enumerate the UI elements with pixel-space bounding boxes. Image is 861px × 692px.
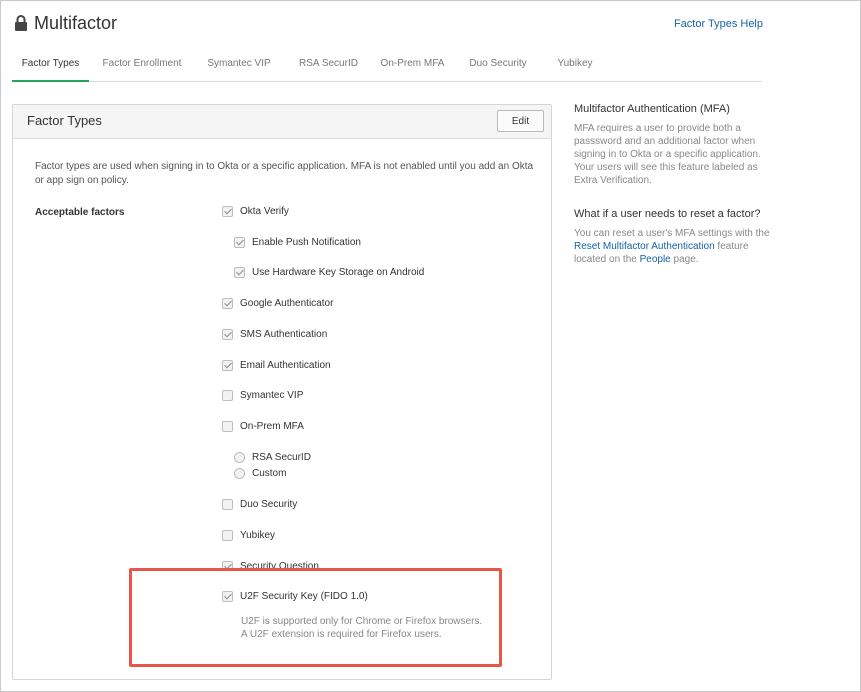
custom-radio[interactable] bbox=[234, 468, 245, 479]
factor-label: Enable Push Notification bbox=[252, 237, 361, 248]
intro-text: Factor types are used when signing in to… bbox=[35, 161, 534, 186]
tab-rsa-securid[interactable]: RSA SecurID bbox=[291, 52, 366, 82]
edit-button[interactable]: Edit bbox=[497, 110, 544, 132]
hardware-key-storage-checkbox[interactable] bbox=[234, 267, 245, 278]
factor-types-help-link[interactable]: Factor Types Help bbox=[674, 18, 763, 30]
factor-email-authentication[interactable]: Email Authentication bbox=[222, 360, 331, 371]
factor-u2f-security-key[interactable]: U2F Security Key (FIDO 1.0) bbox=[222, 591, 368, 602]
factor-label: Duo Security bbox=[240, 499, 298, 510]
tab-symantec-vip[interactable]: Symantec VIP bbox=[200, 52, 278, 82]
mfa-description: MFA requires a user to provide both a pa… bbox=[574, 123, 761, 186]
u2f-note-browsers: U2F is supported only for Chrome or Fire… bbox=[241, 616, 483, 627]
factor-label: Yubikey bbox=[240, 530, 276, 541]
option-custom[interactable]: Custom bbox=[234, 468, 286, 479]
factor-label: Use Hardware Key Storage on Android bbox=[252, 267, 425, 278]
reset-info-section: What if a user needs to reset a factor? … bbox=[574, 208, 774, 266]
okta-verify-checkbox[interactable] bbox=[222, 206, 233, 217]
factor-label: U2F Security Key (FIDO 1.0) bbox=[240, 591, 368, 602]
u2f-note-extension: A U2F extension is required for Firefox … bbox=[241, 629, 442, 640]
page-header: Multifactor bbox=[14, 10, 117, 36]
factor-label: Okta Verify bbox=[240, 206, 289, 217]
acceptable-factors-label: Acceptable factors bbox=[35, 207, 125, 218]
email-authentication-checkbox[interactable] bbox=[222, 360, 233, 371]
factor-google-authenticator[interactable]: Google Authenticator bbox=[222, 298, 333, 309]
enable-push-checkbox[interactable] bbox=[234, 237, 245, 248]
factor-label: Google Authenticator bbox=[240, 298, 334, 309]
factor-sms-authentication[interactable]: SMS Authentication bbox=[222, 329, 327, 340]
reset-mfa-link[interactable]: Reset Multifactor Authentication bbox=[574, 241, 715, 252]
u2f-security-key-checkbox[interactable] bbox=[222, 591, 233, 602]
tab-factor-types[interactable]: Factor Types bbox=[12, 52, 89, 82]
factor-duo-security[interactable]: Duo Security bbox=[222, 499, 297, 510]
option-label: Custom bbox=[252, 468, 287, 479]
reset-heading: What if a user needs to reset a factor? bbox=[574, 208, 761, 220]
factor-okta-verify[interactable]: Okta Verify bbox=[222, 206, 289, 217]
page-title: Multifactor bbox=[34, 12, 118, 33]
tab-bar: Factor Types Factor Enrollment Symantec … bbox=[12, 52, 762, 82]
sms-authentication-checkbox[interactable] bbox=[222, 329, 233, 340]
tab-duo-security[interactable]: Duo Security bbox=[459, 52, 537, 82]
rsa-securid-radio[interactable] bbox=[234, 452, 245, 463]
option-rsa-securid[interactable]: RSA SecurID bbox=[234, 452, 311, 463]
factor-label: Symantec VIP bbox=[240, 390, 304, 401]
option-label: RSA SecurID bbox=[252, 452, 311, 463]
people-link[interactable]: People bbox=[640, 254, 671, 265]
factor-label: Email Authentication bbox=[240, 360, 331, 371]
tab-on-prem-mfa[interactable]: On-Prem MFA bbox=[374, 52, 451, 82]
yubikey-checkbox[interactable] bbox=[222, 530, 233, 541]
symantec-vip-checkbox[interactable] bbox=[222, 390, 233, 401]
panel-header: Factor Types Edit bbox=[13, 105, 551, 139]
panel-title: Factor Types bbox=[27, 113, 102, 128]
factor-hardware-key-storage[interactable]: Use Hardware Key Storage on Android bbox=[234, 267, 424, 278]
reset-description: You can reset a user's MFA settings with… bbox=[574, 227, 774, 266]
mfa-info-section: Multifactor Authentication (MFA) MFA req… bbox=[574, 103, 774, 187]
factor-enable-push[interactable]: Enable Push Notification bbox=[234, 237, 361, 248]
duo-security-checkbox[interactable] bbox=[222, 499, 233, 510]
reset-text: You can reset a user's MFA settings with… bbox=[574, 228, 770, 239]
mfa-heading: Multifactor Authentication (MFA) bbox=[574, 103, 730, 115]
factor-yubikey[interactable]: Yubikey bbox=[222, 530, 275, 541]
factor-on-prem-mfa[interactable]: On-Prem MFA bbox=[222, 421, 304, 432]
reset-text: page. bbox=[673, 254, 699, 265]
on-prem-mfa-checkbox[interactable] bbox=[222, 421, 233, 432]
factor-label: On-Prem MFA bbox=[240, 421, 304, 432]
factor-label: SMS Authentication bbox=[240, 329, 328, 340]
google-authenticator-checkbox[interactable] bbox=[222, 298, 233, 309]
tab-yubikey[interactable]: Yubikey bbox=[545, 52, 605, 82]
factor-symantec-vip[interactable]: Symantec VIP bbox=[222, 390, 303, 401]
lock-icon bbox=[14, 14, 28, 32]
tab-factor-enrollment[interactable]: Factor Enrollment bbox=[96, 52, 188, 82]
